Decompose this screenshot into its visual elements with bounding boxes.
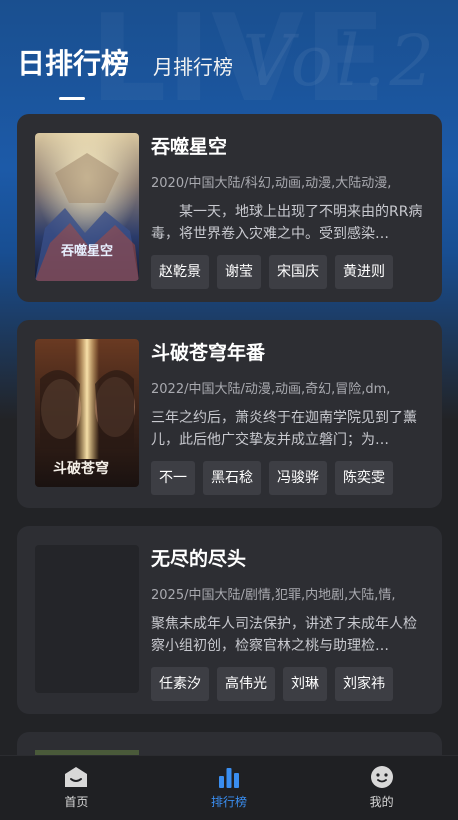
profile-icon (370, 766, 394, 788)
nav-profile[interactable]: 我的 (305, 756, 458, 820)
cast-tag[interactable]: 黑石稔 (203, 461, 261, 495)
card-info: 吞噬星空 2020/中国大陆/科幻,动画,动漫,大陆动漫, 某一天，地球上出现了… (151, 134, 426, 289)
nav-home[interactable]: 首页 (0, 756, 153, 820)
tab-month-ranking[interactable]: 月排行榜 (153, 51, 233, 86)
card-title: 斗破苍穹年番 (151, 342, 266, 364)
card-info: 无尽的尽头 2025/中国大陆/剧情,犯罪,内地剧,大陆,情, 聚焦未成年人司法… (151, 546, 426, 701)
card-title: 无尽的尽头 (151, 548, 247, 570)
cast-tag[interactable]: 刘家祎 (335, 667, 393, 701)
cast-tags: 赵乾景 谢莹 宋国庆 黄进则 (151, 255, 426, 289)
nav-ranking[interactable]: 排行榜 (153, 756, 306, 820)
poster-title-text: 斗破苍穹 (53, 460, 109, 477)
cast-tag[interactable]: 宋国庆 (269, 255, 327, 289)
poster-image: 斗破苍穹 (35, 339, 139, 487)
card-title: 吞噬星空 (151, 136, 228, 158)
ranking-card[interactable]: 无尽的尽头 2025/中国大陆/剧情,犯罪,内地剧,大陆,情, 聚焦未成年人司法… (17, 526, 442, 714)
card-description: 三年之约后，萧炎终于在迦南学院见到了薰儿，此后他广交挚友并成立磐门；为… (151, 410, 417, 448)
card-description: 聚焦未成年人司法保护，讲述了未成年人检察小组初创，检察官林之桃与助理检… (151, 616, 417, 654)
card-description-text: 某一天，地球上出现了不明来由的RR病毒，将世界卷入灾难之中。受到感染… (151, 204, 423, 242)
cast-tag[interactable]: 刘琳 (283, 667, 327, 701)
ranking-tabs: 日排行榜 月排行榜 (17, 42, 233, 100)
cast-tag[interactable]: 高伟光 (217, 667, 275, 701)
cast-tag[interactable]: 赵乾景 (151, 255, 209, 289)
card-meta: 2025/中国大陆/剧情,犯罪,内地剧,大陆,情, (151, 588, 396, 603)
ranking-card[interactable]: 吞噬星空 吞噬星空 2020/中国大陆/科幻,动画,动漫,大陆动漫, 某一天，地… (17, 114, 442, 302)
poster-placeholder (35, 545, 139, 693)
card-meta: 2022/中国大陆/动漫,动画,奇幻,冒险,dm, (151, 382, 391, 397)
tab-day-label: 日排行榜 (17, 47, 130, 80)
nav-ranking-label: 排行榜 (211, 795, 248, 809)
cast-tag[interactable]: 任素汐 (151, 667, 209, 701)
home-icon (64, 766, 88, 788)
card-description: 某一天，地球上出现了不明来由的RR病毒，将世界卷入灾难之中。受到感染… (151, 201, 426, 245)
tab-month-label: 月排行榜 (153, 55, 234, 79)
cast-tags: 任素汐 高伟光 刘琳 刘家祎 (151, 667, 426, 701)
ranking-card[interactable]: 斗破苍穹 斗破苍穹年番 2022/中国大陆/动漫,动画,奇幻,冒险,dm, 三年… (17, 320, 442, 508)
cast-tag[interactable]: 黄进则 (335, 255, 393, 289)
cast-tag[interactable]: 陈奕雯 (335, 461, 393, 495)
cast-tag[interactable]: 谢莹 (217, 255, 261, 289)
nav-home-label: 首页 (64, 795, 89, 809)
nav-profile-label: 我的 (369, 795, 394, 809)
poster-image: 吞噬星空 (35, 133, 139, 281)
cast-tag[interactable]: 不一 (151, 461, 195, 495)
card-info: 斗破苍穹年番 2022/中国大陆/动漫,动画,奇幻,冒险,dm, 三年之约后，萧… (151, 340, 426, 495)
tab-day-ranking[interactable]: 日排行榜 (17, 42, 130, 100)
cast-tags: 不一 黑石稔 冯骏骅 陈奕雯 (151, 461, 426, 495)
cast-tag[interactable]: 冯骏骅 (269, 461, 327, 495)
bottom-navigation: 首页 排行榜 我的 (0, 755, 458, 820)
poster-title-text: 吞噬星空 (61, 243, 113, 259)
ranking-list: 吞噬星空 吞噬星空 2020/中国大陆/科幻,动画,动漫,大陆动漫, 某一天，地… (17, 114, 442, 792)
header-decoration-script: Vol.2 (242, 20, 438, 102)
ranking-icon (217, 766, 241, 788)
tab-active-indicator (59, 97, 85, 100)
card-meta: 2020/中国大陆/科幻,动画,动漫,大陆动漫, (151, 176, 392, 191)
